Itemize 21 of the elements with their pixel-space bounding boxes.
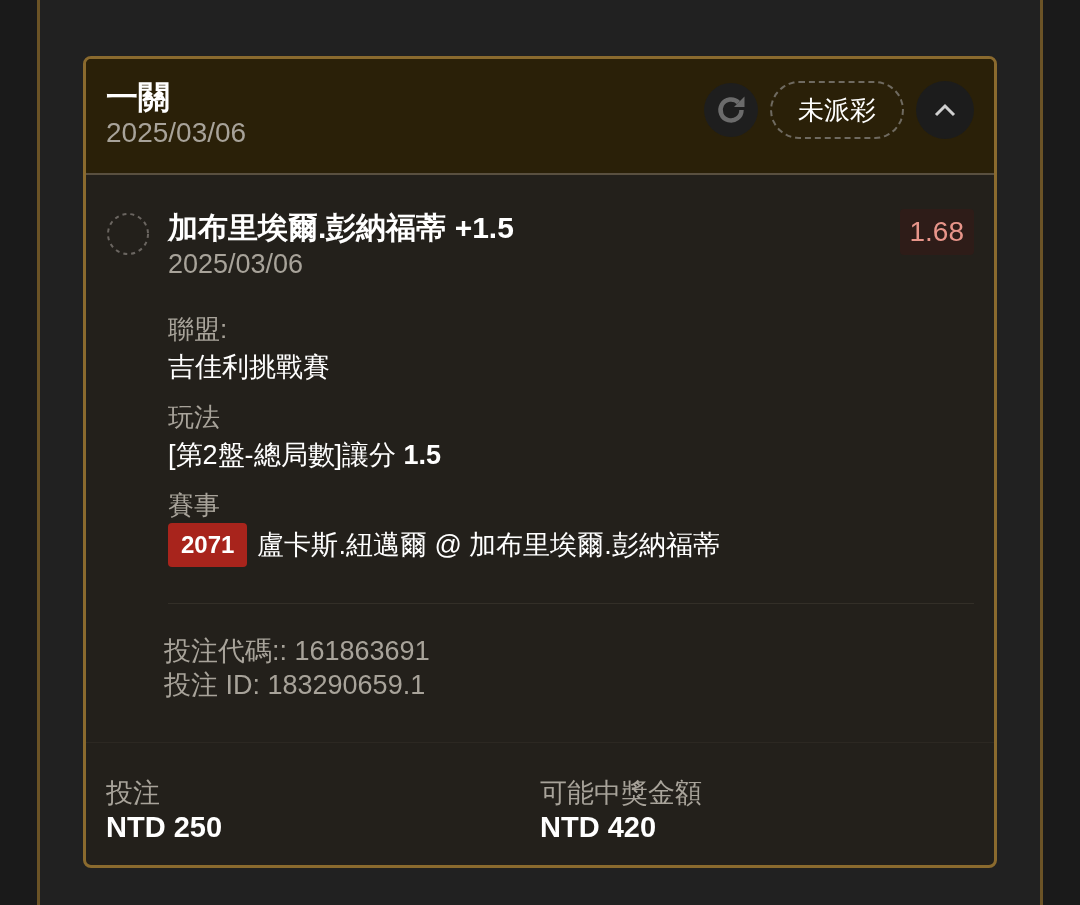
odds-badge: 1.68: [899, 209, 974, 255]
status-badge: 未派彩: [770, 81, 904, 139]
bet-code: 投注代碼:: 161863691: [164, 635, 431, 668]
summary-value: NTD 250: [106, 810, 224, 845]
field-label: 賽事: [168, 489, 221, 522]
field-value: 盧卡斯.紐邁爾 @ 加布里埃爾.彭納福蒂: [257, 529, 720, 562]
field-value: [第2盤-總局數]讓分 1.5: [168, 439, 442, 472]
field-label: 聯盟:: [168, 313, 229, 346]
match-number-badge: 2071: [168, 523, 248, 567]
chevron-icon: [934, 103, 956, 117]
summary-value: NTD 420: [540, 810, 658, 845]
pending-circle-icon: [106, 212, 150, 256]
summary-label: 可能中獎金額: [540, 777, 703, 809]
bet-date: 2025/03/06: [106, 116, 247, 150]
field-label: 玩法: [168, 401, 221, 434]
selection-date: 2025/03/06: [168, 248, 305, 281]
summary-label: 投注: [106, 777, 161, 809]
field-value: 吉佳利挑戰賽: [168, 351, 330, 384]
bet-title: 一關: [106, 79, 171, 115]
bet-code: 投注 ID: 183290659.1: [164, 669, 427, 702]
selection-title: 加布里埃爾.彭納福蒂 +1.5: [168, 210, 515, 246]
